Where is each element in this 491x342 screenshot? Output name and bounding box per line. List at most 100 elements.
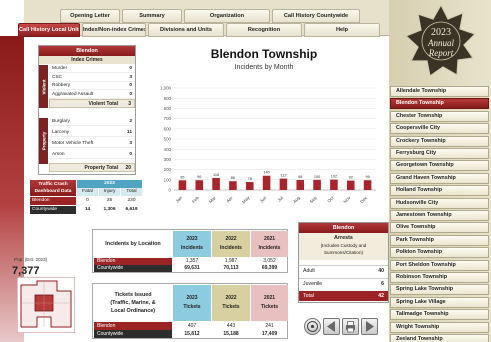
arrests-subheader: Arrests (Includes Custody and Summons/Ci… [299,233,388,260]
location-col-2021: 2021 Incidents [251,231,288,257]
seal-line2: Report [428,48,454,58]
x-tick-label: Feb [191,195,200,204]
y-tick-label: 0 [169,188,172,193]
township-item[interactable]: Holland Township [390,185,489,197]
crime-name: Larceny [52,130,70,135]
y-tick-label: 100 [164,177,172,182]
arrests-row-total: Total 42 [299,291,388,301]
arrests-subtitle: Arrests [334,235,353,241]
township-map [17,277,75,333]
x-tick-label: Nov [342,195,352,205]
forward-button[interactable] [361,318,378,335]
property-category-label: Property [39,118,48,164]
tickets-row-county: Countywide [94,330,172,338]
seal-line1: Annual [427,38,454,48]
x-tick-label: May [241,195,251,205]
township-item[interactable]: Tallmadge Township [390,309,489,321]
arrests-row-juvenile: Juvenile 6 [299,278,388,288]
print-button[interactable] [342,318,359,335]
township-item[interactable]: Port Sheldon Township [390,259,489,271]
township-item[interactable]: Zeeland Township [390,334,489,342]
population-label: Pop. (Est. 2023) [14,257,48,262]
township-item[interactable]: Spring Lake Village [390,296,489,308]
tickets-county-2021: 17,409 [261,331,278,337]
y-tick-label: 600 [164,126,172,131]
bar-data-label: 96 [365,175,369,179]
tickets-county-2023: 15,812 [184,331,200,337]
y-tick-label: 900 [164,96,172,101]
tab-help[interactable]: Help [304,23,380,37]
location-county-2022: 70,113 [223,265,239,271]
violent-crime-row: CSC 3 [49,74,135,82]
township-item[interactable]: Jamestown Township [390,210,489,221]
township-item[interactable]: Polkton Township [390,247,489,259]
tab-index-non-index-crimes[interactable]: Index/Non-index Crimes [82,23,146,37]
arrests-note-2: Summons/Citation) [323,250,364,255]
tab-opening-letter[interactable]: Opening Letter [60,9,120,23]
x-tick-label: Sep [309,195,318,204]
property-crime-row: Larceny 11 [49,129,135,137]
township-item[interactable]: Park Township [390,234,489,246]
location-local-2022: 1,987 [224,258,238,264]
crime-count: 11 [126,130,132,135]
location-col-2022: 2022 Incidents [212,231,250,257]
crime-name: Motor Vehicle Theft [52,141,94,146]
tickets-local-2021: 241 [265,323,274,329]
township-item[interactable]: Olive Township [390,222,489,234]
incidents-by-location-table: Incidents by Location 2023 Incidents 2022… [92,229,288,273]
violent-crime-row: Robbery 0 [49,82,135,90]
arrests-row-adult: Adult 40 [299,265,388,275]
location-local-2023: 1,357 [185,258,199,264]
tickets-local-2023: 407 [187,323,197,329]
traffic-local-injury: 25 [106,198,113,203]
chart-bar [346,180,355,190]
home-button[interactable] [304,318,321,335]
township-item[interactable]: Georgetown Township [390,160,489,172]
annual-report-seal: 2023 Annual Report [404,3,477,78]
print-icon [346,321,355,333]
tickets-col-2023: 2023 Tickets [173,285,211,321]
tickets-issued-table: Tickets Issued (Traffic, Marine, & Local O… [92,283,288,339]
incidents-bar-chart: 0 100 200 300 400 500 600 700 800 900 1,000 95 Jan 96… [160,86,376,205]
township-item[interactable]: Spring Lake Township [390,284,489,296]
bar-data-label: 140 [263,171,269,175]
township-item[interactable]: Grand Haven Township [390,172,489,184]
chart-bar [195,180,204,190]
township-item[interactable]: Blendon Township [390,98,489,110]
crime-count: 3 [129,141,132,146]
tab-organization[interactable]: Organization [184,9,270,23]
home-icon [307,321,318,332]
tab-call-history-local-units[interactable]: Call History Local Units [18,23,80,37]
bar-data-label: 102 [331,175,337,179]
bar-data-label: 95 [180,175,184,179]
property-crime-row: Burglary 2 [49,118,135,126]
chart-bar [212,177,220,190]
township-item[interactable]: Ferrysburg City [390,148,489,159]
township-item[interactable]: Robinson Township [390,272,489,283]
township-item[interactable]: Chester Township [390,110,489,122]
violent-crime-row: Aggravated Assault 0 [49,91,135,99]
property-crime-row: Motor Vehicle Theft 3 [49,140,135,148]
tab-recognition[interactable]: Recognition [226,23,302,37]
township-item[interactable]: Allendale Township [390,86,489,97]
township-item[interactable]: Wright Township [390,321,489,333]
bar-data-label: 118 [213,173,219,177]
x-tick-label: Jul [277,195,285,203]
y-tick-label: 500 [164,137,172,142]
index-crimes-subtitle: Index Crimes [39,56,135,64]
township-item[interactable]: Crockery Township [390,135,489,147]
tab-call-history-countywide[interactable]: Call History Countywide [272,9,360,23]
crime-name: CSC [52,74,63,80]
tab-divisions-and-units[interactable]: Divisions and Units [148,23,224,37]
township-item[interactable]: Hudsonville City [390,197,489,209]
tickets-county-2022: 15,188 [223,331,239,337]
back-button[interactable] [323,318,340,335]
bar-data-label: 100 [314,175,320,179]
tab-summary[interactable]: Summary [122,9,182,23]
property-crime-row: Arson 0 [49,151,135,159]
chart-bar [178,180,187,190]
location-header: Incidents by Location [94,231,172,257]
chart-bar [363,180,372,190]
township-item[interactable]: Coopersville City [390,123,489,135]
traffic-row-local-name: Blendon [30,197,76,205]
